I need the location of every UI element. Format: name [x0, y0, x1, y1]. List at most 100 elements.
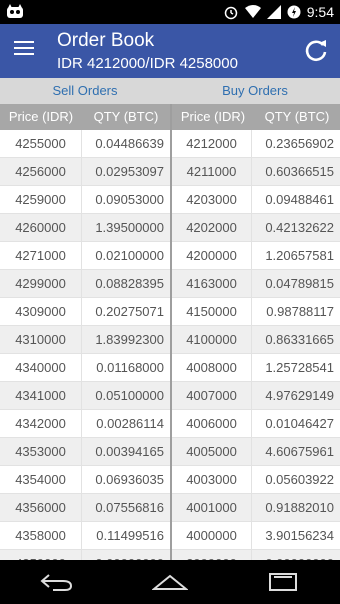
price-column-header: Price (IDR)	[8, 109, 74, 124]
qty-cell: 0.00286114	[96, 416, 164, 431]
table-row[interactable]: 39990000.00000000	[172, 550, 340, 560]
page-title: Order Book	[57, 30, 155, 51]
price-cell: 4202000	[172, 214, 252, 241]
back-button[interactable]	[37, 568, 77, 596]
qty-cell: 0.02100000	[95, 248, 164, 263]
table-row[interactable]: 4356000 0.07556816	[0, 494, 170, 522]
table-row[interactable]: 4309000 0.20275071	[0, 298, 170, 326]
table-row[interactable]: 4354000 0.06936035	[0, 466, 170, 494]
qty-cell: 0.00000000	[252, 550, 340, 560]
home-button[interactable]	[150, 568, 190, 596]
price-cell: 4211000	[172, 158, 252, 185]
price-cell: 4003000	[172, 466, 252, 493]
price-cell: 4310000	[0, 326, 82, 353]
price-cell: 4299000	[0, 270, 82, 297]
table-row[interactable]: 4000000 3.90156234	[172, 522, 340, 550]
qty-cell: 1.20657581	[265, 248, 334, 263]
price-cell: 4359000	[0, 550, 82, 560]
refresh-icon[interactable]	[302, 36, 330, 64]
price-cell: 4005000	[172, 438, 252, 465]
table-row[interactable]: 4007000 4.97629149	[172, 382, 340, 410]
table-row[interactable]: 4212000 0.23656902	[172, 130, 340, 158]
price-cell: 4100000	[172, 326, 252, 353]
price-cell: 4150000	[172, 298, 252, 325]
qty-cell: 0.02953097	[95, 164, 164, 179]
qty-cell: 0.09488461	[265, 192, 334, 207]
table-row[interactable]: 4299000 0.08828395	[0, 270, 170, 298]
table-row[interactable]: 4003000 0.05603922	[172, 466, 340, 494]
alarm-icon	[224, 6, 237, 20]
table-row[interactable]: 4259000 0.09053000	[0, 186, 170, 214]
price-cell: 4007000	[172, 382, 252, 409]
price-cell: 4008000	[172, 354, 252, 381]
table-header: Price (IDR) QTY (BTC)	[0, 104, 170, 130]
qty-cell: 0.98788117	[266, 304, 334, 319]
table-row[interactable]: 4008000 1.25728541	[172, 354, 340, 382]
battery-icon	[287, 5, 301, 19]
table-row[interactable]: 4358000 0.11499516	[0, 522, 170, 550]
order-tabs: Sell Orders Buy Orders	[0, 78, 340, 104]
table-row[interactable]: 4341000 0.05100000	[0, 382, 170, 410]
price-cell: 4006000	[172, 410, 252, 437]
price-cell: 3999000	[172, 550, 252, 560]
table-row[interactable]: 4203000 0.09488461	[172, 186, 340, 214]
qty-column-header: QTY (BTC)	[93, 109, 159, 124]
table-row[interactable]: 4163000 0.04789815	[172, 270, 340, 298]
recents-button[interactable]	[263, 568, 303, 596]
tab-sell-orders[interactable]: Sell Orders	[0, 78, 170, 104]
price-cell: 4356000	[0, 494, 82, 521]
sell-orders-table[interactable]: Price (IDR) QTY (BTC) 4255000 0.04486639 4…	[0, 104, 170, 560]
table-row[interactable]: 4001000 0.91882010	[172, 494, 340, 522]
price-cell: 4256000	[0, 158, 82, 185]
wifi-icon	[244, 5, 261, 18]
table-header: Price (IDR) QTY (BTC)	[172, 104, 340, 130]
table-row[interactable]: 4353000 0.00394165	[0, 438, 170, 466]
qty-cell: 0.05603922	[265, 472, 334, 487]
qty-cell: 3.90156234	[265, 528, 334, 543]
table-row[interactable]: 4256000 0.02953097	[0, 158, 170, 186]
price-cell: 4342000	[0, 410, 82, 437]
back-icon	[40, 574, 72, 591]
qty-cell: 0.23656902	[265, 136, 334, 151]
price-cell: 4271000	[0, 242, 82, 269]
table-row[interactable]: 4200000 1.20657581	[172, 242, 340, 270]
table-row[interactable]: 4006000 0.01046427	[172, 410, 340, 438]
qty-cell: 0.07556816	[95, 500, 164, 515]
signal-icon	[266, 5, 281, 19]
table-row[interactable]: 4271000 0.02100000	[0, 242, 170, 270]
table-row[interactable]: 4150000 0.98788117	[172, 298, 340, 326]
table-row[interactable]: 4255000 0.04486639	[0, 130, 170, 158]
price-cell: 4260000	[0, 214, 82, 241]
table-row[interactable]: 4340000 0.01168000	[0, 354, 170, 382]
qty-cell: 0.91882010	[265, 500, 334, 515]
qty-cell: 0.86331665	[265, 332, 334, 347]
table-row[interactable]: 4100000 0.86331665	[172, 326, 340, 354]
recents-icon	[269, 573, 298, 591]
table-row[interactable]: 4342000 0.00286114	[0, 410, 170, 438]
qty-cell: 0.08828395	[95, 276, 164, 291]
table-row[interactable]: 43590000.00000000	[0, 550, 170, 560]
hamburger-menu-icon[interactable]	[14, 41, 36, 59]
price-cell: 4354000	[0, 466, 82, 493]
table-row[interactable]: 4310000 1.83992300	[0, 326, 170, 354]
table-row[interactable]: 4005000 4.60675961	[172, 438, 340, 466]
table-row[interactable]: 4202000 0.42132622	[172, 214, 340, 242]
table-row[interactable]: 4260000 1.39500000	[0, 214, 170, 242]
status-bar: 9:54	[0, 0, 340, 24]
qty-cell: 4.97629149	[265, 388, 334, 403]
price-column-header: Price (IDR)	[180, 109, 246, 124]
tab-buy-orders[interactable]: Buy Orders	[170, 78, 340, 104]
qty-cell: 0.00394165	[95, 444, 164, 459]
price-cell: 4001000	[172, 494, 252, 521]
price-cell: 4341000	[0, 382, 82, 409]
table-row[interactable]: 4211000 0.60366515	[172, 158, 340, 186]
qty-cell: 4.60675961	[265, 444, 334, 459]
home-icon	[151, 574, 188, 590]
qty-cell: 1.39500000	[95, 220, 164, 235]
price-cell: 4340000	[0, 354, 82, 381]
buy-orders-table[interactable]: Price (IDR) QTY (BTC) 4212000 0.23656902 4…	[170, 104, 340, 560]
qty-cell: 0.04486639	[95, 136, 164, 151]
qty-cell: 0.00000000	[82, 550, 170, 560]
qty-cell: 0.04789815	[265, 276, 334, 291]
qty-cell: 1.83992300	[95, 332, 164, 347]
